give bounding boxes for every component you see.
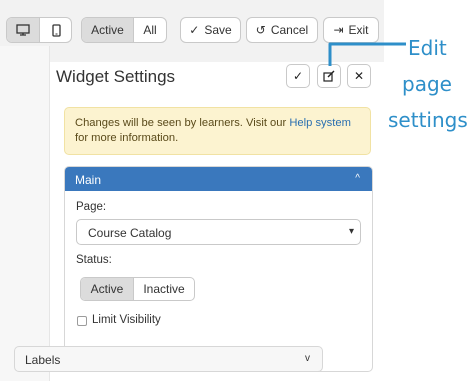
help-system-link[interactable]: Help system <box>289 117 351 129</box>
save-button[interactable]: ✓ Save <box>180 17 241 43</box>
callout-line-2: page <box>402 72 452 96</box>
status-label: Status: <box>76 254 112 266</box>
check-icon: ✓ <box>189 23 200 37</box>
cancel-label: Cancel <box>270 23 309 37</box>
labels-section-header[interactable]: Labels v <box>14 346 323 372</box>
limit-visibility-label: Limit Visibility <box>92 314 161 326</box>
filter-active-option[interactable]: Active <box>82 18 134 42</box>
panel-title: Widget Settings <box>56 67 176 86</box>
callout-line-3: settings <box>388 108 468 132</box>
main-section: Main ^ Page: Course Catalog ▾ Status: Ac… <box>64 166 373 372</box>
main-section-header[interactable]: Main ^ <box>65 167 372 191</box>
mobile-phone-icon <box>52 23 61 37</box>
notice-text-before: Changes will be seen by learners. Visit … <box>75 117 290 129</box>
page-select-value: Course Catalog <box>88 226 172 240</box>
save-label: Save <box>204 23 232 37</box>
labels-section-title: Labels <box>25 353 61 367</box>
desktop-view-button[interactable] <box>7 18 40 42</box>
learner-notice: Changes will be seen by learners. Visit … <box>64 107 371 155</box>
exit-label: Exit <box>348 23 369 37</box>
undo-icon: ↺ <box>255 23 266 37</box>
filter-all-option[interactable]: All <box>134 18 166 42</box>
page-select[interactable]: Course Catalog ▾ <box>76 219 361 245</box>
edit-icon <box>323 70 335 82</box>
callout-line-1: Edit <box>408 36 447 60</box>
check-icon: ✓ <box>292 69 304 83</box>
close-icon: ✕ <box>353 69 365 83</box>
limit-visibility-checkbox[interactable] <box>77 316 87 326</box>
left-gutter <box>0 46 50 381</box>
device-toggle-group <box>6 17 72 43</box>
active-filter-toggle: Active All <box>81 17 167 43</box>
page-label: Page: <box>76 201 107 213</box>
mobile-view-button[interactable] <box>40 18 71 42</box>
dropdown-arrow-icon: ▾ <box>348 226 354 237</box>
callout-pointer <box>328 42 406 66</box>
desktop-monitor-icon <box>16 24 30 36</box>
status-inactive-option[interactable]: Inactive <box>134 278 194 300</box>
chevron-down-icon: v <box>305 353 310 364</box>
status-active-option[interactable]: Active <box>81 278 134 300</box>
chevron-up-icon: ^ <box>355 173 360 184</box>
notice-text-after: for more information. <box>75 132 179 144</box>
apply-button[interactable]: ✓ <box>286 64 310 88</box>
widget-settings-panel: Widget Settings ✓ ✕ Changes will be seen… <box>50 62 384 381</box>
exit-arrow-icon: ⇥ <box>333 23 344 37</box>
status-toggle: Active Inactive <box>80 277 195 301</box>
cancel-button[interactable]: ↺ Cancel <box>246 17 318 43</box>
main-section-title: Main <box>75 173 102 187</box>
